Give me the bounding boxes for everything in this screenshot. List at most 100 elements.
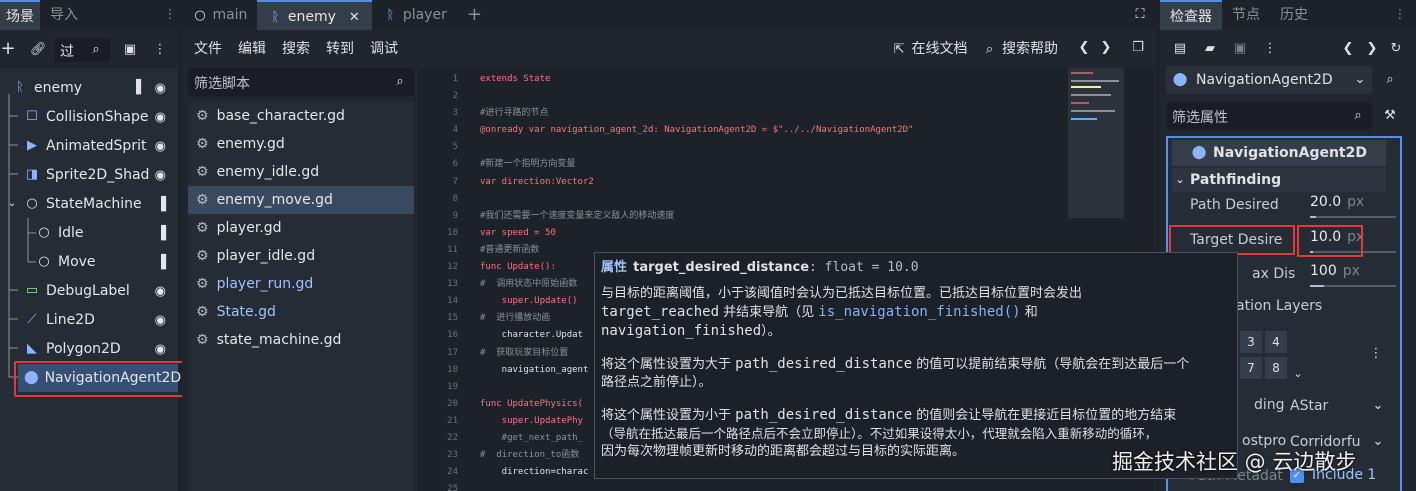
script-icon[interactable]: ▐ bbox=[156, 226, 166, 241]
tooltip-text: 路径点之前停止）。 bbox=[601, 375, 712, 390]
tab-import[interactable]: 导入 bbox=[40, 0, 88, 30]
node-label: Move bbox=[58, 254, 96, 270]
tab-main[interactable]: ○ main bbox=[182, 0, 257, 30]
chevron-down-icon[interactable]: ⌄ bbox=[4, 196, 20, 212]
history-icon[interactable]: ↻ bbox=[1388, 41, 1404, 57]
node-label: Sprite2D_Shad bbox=[46, 167, 150, 183]
tree-node-line2d[interactable]: ⟋ Line2D ◉ bbox=[0, 306, 178, 334]
more-icon[interactable]: ⋮ bbox=[152, 42, 168, 58]
script-item[interactable]: ⚙ player_idle.gd bbox=[188, 242, 414, 270]
tree-node-animatedsprite[interactable]: ▶ AnimatedSprit ◉ bbox=[0, 132, 178, 160]
code-line: 3 #进行寻路的节点 bbox=[430, 105, 913, 122]
gear-icon: ⚙ bbox=[196, 248, 209, 264]
script-icon[interactable]: ▐ bbox=[128, 80, 144, 96]
algorithm-dropdown[interactable]: AStar ⌄ bbox=[1290, 394, 1386, 418]
menu-search[interactable]: 搜索 bbox=[282, 38, 310, 58]
tree-node-enemy[interactable]: ᚱ enemy ▐ ◉ bbox=[0, 74, 178, 102]
add-node-icon[interactable]: + bbox=[0, 40, 16, 58]
property-filter[interactable]: 筛选属性 ⌕ bbox=[1166, 102, 1372, 130]
tab-player[interactable]: ᚱ player bbox=[372, 0, 456, 30]
script-item-selected[interactable]: ⚙ enemy_move.gd bbox=[188, 186, 414, 214]
code-line: 1 extends State bbox=[430, 71, 913, 88]
search-help-button[interactable]: ⌕ 搜索帮助 bbox=[982, 38, 1058, 58]
tree-node-debuglabel[interactable]: ▭ DebugLabel ◉ bbox=[0, 277, 178, 305]
online-docs-button[interactable]: ⇱ 在线文档 bbox=[891, 38, 968, 58]
more-icon[interactable]: ⋮ bbox=[162, 7, 178, 23]
menu-goto[interactable]: 转到 bbox=[326, 38, 354, 58]
line-number: 17 bbox=[447, 347, 458, 358]
open-folder-icon[interactable]: ▰ bbox=[1202, 41, 1218, 57]
minimap bbox=[1068, 68, 1124, 218]
eye-icon[interactable]: ◉ bbox=[155, 342, 166, 357]
script-icon[interactable]: ▐ bbox=[156, 197, 166, 212]
node-selector[interactable]: ⬤ NavigationAgent2D ⌄ bbox=[1166, 66, 1372, 94]
scene-filter[interactable]: 过 ⌕ bbox=[54, 38, 110, 62]
prop-path-desired[interactable]: Path Desired 20.0 px bbox=[1172, 190, 1402, 220]
tab-enemy[interactable]: ᚱ enemy ✕ bbox=[257, 0, 373, 30]
tree-node-statemachine[interactable]: ⌄ ○ StateMachine ▐ bbox=[0, 190, 178, 218]
layer-cell[interactable]: 3 bbox=[1240, 331, 1262, 353]
more-icon[interactable]: ⋮ bbox=[1368, 346, 1384, 362]
script-item[interactable]: ⚙ base_character.gd bbox=[188, 102, 414, 130]
script-item[interactable]: ⚙ enemy_idle.gd bbox=[188, 158, 414, 186]
layer-cell[interactable]: 7 bbox=[1240, 357, 1262, 379]
attach-script-icon[interactable]: ▣ bbox=[122, 42, 138, 58]
section-pathfinding[interactable]: ⌄ Pathfinding bbox=[1172, 168, 1386, 192]
search-icon: ⌕ bbox=[1354, 108, 1362, 123]
tab-node[interactable]: 节点 bbox=[1222, 0, 1270, 30]
eye-icon[interactable]: ◉ bbox=[155, 81, 166, 96]
value-slider[interactable] bbox=[1310, 216, 1396, 218]
chevron-down-icon[interactable]: ⌄ bbox=[1290, 366, 1306, 382]
tree-node-move[interactable]: ○ Move ▐ bbox=[0, 248, 178, 276]
tab-history[interactable]: 历史 bbox=[1270, 0, 1318, 30]
back-icon[interactable]: ❮ bbox=[1076, 40, 1092, 56]
tools-icon[interactable]: ⚒ bbox=[1382, 108, 1398, 124]
menu-edit[interactable]: 编辑 bbox=[238, 38, 266, 58]
script-item[interactable]: ⚙ State.gd bbox=[188, 298, 414, 326]
tooltip-link[interactable]: is_navigation_finished() bbox=[818, 304, 1020, 320]
forward-icon[interactable]: ❯ bbox=[1098, 40, 1114, 56]
script-item[interactable]: ⚙ state_machine.gd bbox=[188, 326, 414, 354]
tab-inspector[interactable]: 检查器 bbox=[1160, 0, 1222, 30]
add-tab-button[interactable]: + bbox=[457, 0, 492, 30]
back-icon[interactable]: ❮ bbox=[1340, 41, 1356, 57]
tooltip-text: 和 bbox=[1020, 305, 1038, 320]
more-icon[interactable]: ⋮ bbox=[1262, 41, 1278, 57]
close-icon[interactable]: ✕ bbox=[346, 10, 362, 26]
script-filter[interactable]: 筛选脚本 ⌕ bbox=[188, 68, 414, 96]
more-icon[interactable]: ⋮ bbox=[1392, 7, 1408, 23]
script-icon[interactable]: ▐ bbox=[156, 255, 166, 270]
object-search-icon[interactable]: ⌕ bbox=[1382, 72, 1398, 88]
line-number: 9 bbox=[452, 210, 458, 221]
menu-file[interactable]: 文件 bbox=[194, 38, 222, 58]
tree-node-polygon2d[interactable]: ◣ Polygon2D ◉ bbox=[0, 335, 178, 363]
layer-cell[interactable]: 8 bbox=[1265, 357, 1287, 379]
eye-icon[interactable]: ◉ bbox=[155, 110, 166, 125]
number-field[interactable]: 20.0 px bbox=[1310, 194, 1400, 218]
script-item[interactable]: ⚙ enemy.gd bbox=[188, 130, 414, 158]
highlight-box bbox=[1169, 225, 1295, 255]
forward-icon[interactable]: ❯ bbox=[1364, 41, 1380, 57]
layer-cell[interactable]: 4 bbox=[1265, 331, 1287, 353]
eye-icon[interactable]: ◉ bbox=[155, 139, 166, 154]
tab-label: enemy bbox=[287, 9, 336, 25]
save-icon[interactable]: ▣ bbox=[1232, 41, 1248, 57]
code-line: 8 bbox=[430, 191, 913, 208]
new-resource-icon[interactable]: ▤ bbox=[1172, 41, 1188, 57]
number-field[interactable]: 100 px bbox=[1310, 263, 1400, 287]
eye-icon[interactable]: ◉ bbox=[155, 313, 166, 328]
eye-icon[interactable]: ◉ bbox=[155, 284, 166, 299]
eye-icon[interactable]: ◉ bbox=[155, 168, 166, 183]
float-window-icon[interactable]: ❐ bbox=[1130, 40, 1146, 56]
fullscreen-icon[interactable]: ⛶ bbox=[1132, 7, 1148, 23]
link-icon[interactable]: 🔗︎ bbox=[30, 42, 47, 58]
tree-node-collisionshape[interactable]: ☐ CollisionShape ◉ bbox=[0, 103, 178, 131]
value-slider[interactable] bbox=[1310, 285, 1396, 287]
tab-scene[interactable]: 场景 bbox=[0, 0, 40, 30]
script-item[interactable]: ⚙ player.gd bbox=[188, 214, 414, 242]
menu-debug[interactable]: 调试 bbox=[370, 38, 398, 58]
tree-node-idle[interactable]: ○ Idle ▐ bbox=[0, 219, 178, 247]
script-item[interactable]: ⚙ player_run.gd bbox=[188, 270, 414, 298]
tree-node-sprite2d-shadow[interactable]: ◨ Sprite2D_Shad ◉ bbox=[0, 161, 178, 189]
filter-label: 过 bbox=[60, 44, 74, 60]
